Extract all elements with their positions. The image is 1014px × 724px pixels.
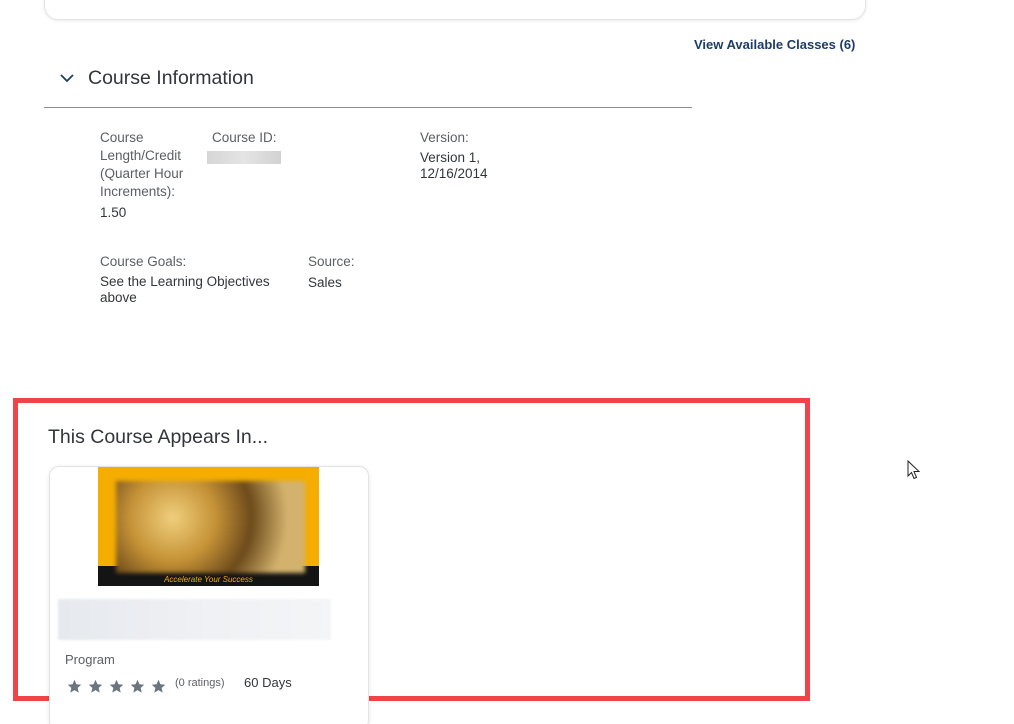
course-length-field: Course Length/Credit (Quarter Hour Incre… <box>100 129 196 222</box>
page: View Available Classes (6) Course Inform… <box>0 0 1014 724</box>
mouse-cursor-icon <box>907 460 921 480</box>
previous-section-card <box>44 0 866 20</box>
course-goals-label: Course Goals: <box>100 254 187 269</box>
ratings-count: (0 ratings) <box>175 677 225 689</box>
source-field: Source: Sales <box>308 253 408 292</box>
version-label: Version: <box>420 130 469 145</box>
rating-stars <box>67 679 166 694</box>
star-icon <box>88 679 103 693</box>
program-card[interactable]: Accelerate Your Success Program (0 ratin… <box>49 466 369 724</box>
section-divider <box>44 107 692 108</box>
thumbnail-tagline: Accelerate Your Success <box>164 575 253 584</box>
course-appears-in-section: This Course Appears In... Accelerate You… <box>13 398 810 724</box>
star-icon <box>109 679 124 693</box>
course-information-title: Course Information <box>88 66 254 89</box>
star-icon <box>130 679 145 693</box>
program-duration: 60 Days <box>244 675 292 690</box>
course-length-value: 1.50 <box>100 205 127 220</box>
star-icon <box>151 679 166 693</box>
program-title-redacted[interactable] <box>58 599 331 640</box>
course-id-value-redacted <box>207 151 281 164</box>
version-value: Version 1, 12/16/2014 <box>420 150 488 181</box>
source-value: Sales <box>308 275 342 290</box>
version-field: Version: Version 1, 12/16/2014 <box>420 129 550 182</box>
program-thumbnail[interactable]: Accelerate Your Success <box>98 467 319 586</box>
appears-in-title: This Course Appears In... <box>48 426 269 448</box>
program-type-label: Program <box>65 652 115 667</box>
course-goals-value: See the Learning Objectives above <box>100 274 270 305</box>
star-icon <box>67 679 82 693</box>
course-id-field: Course ID: <box>207 129 327 164</box>
course-information-header[interactable]: Course Information <box>58 64 254 92</box>
course-id-label: Course ID: <box>212 130 277 145</box>
source-label: Source: <box>308 254 355 269</box>
view-available-classes-link[interactable]: View Available Classes (6) <box>694 37 855 52</box>
chevron-down-icon[interactable] <box>58 69 76 87</box>
course-goals-field: Course Goals: See the Learning Objective… <box>100 253 290 306</box>
course-length-label: Course Length/Credit (Quarter Hour Incre… <box>100 130 184 199</box>
thumbnail-image-redacted <box>116 481 305 573</box>
